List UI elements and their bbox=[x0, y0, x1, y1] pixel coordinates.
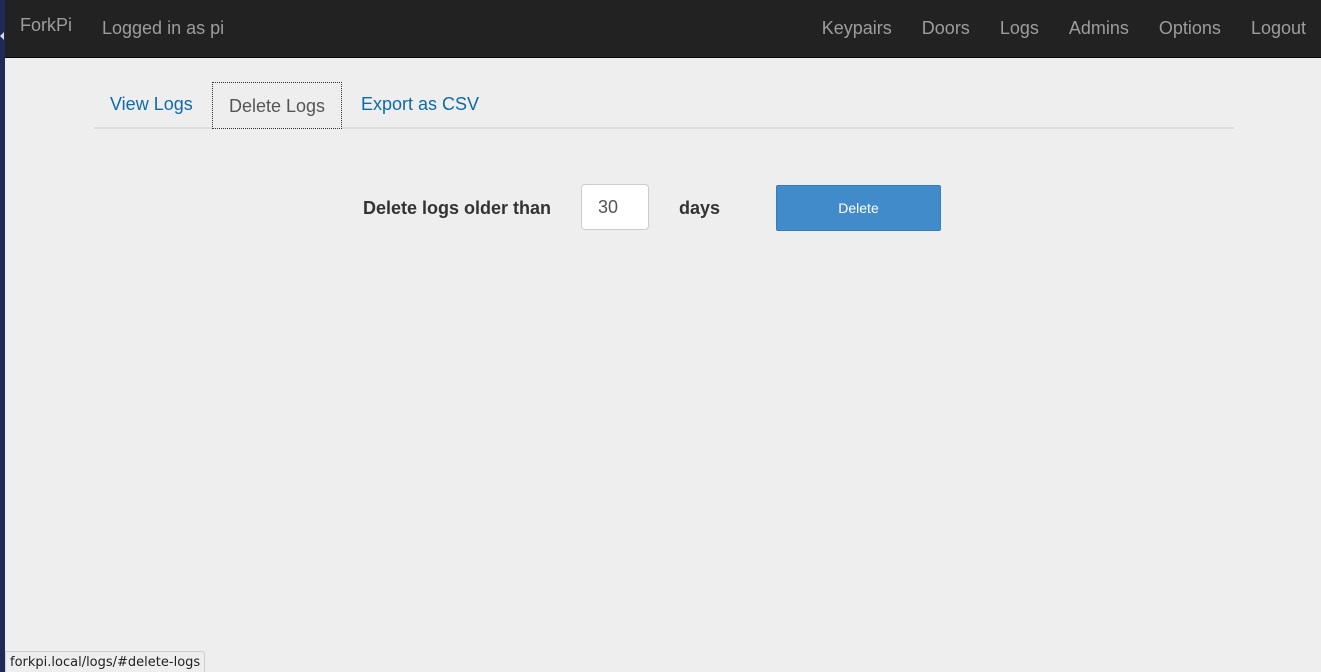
tab-delete-logs[interactable]: Delete Logs bbox=[212, 82, 342, 129]
tab-view-logs[interactable]: View Logs bbox=[110, 82, 193, 126]
days-input[interactable] bbox=[581, 184, 649, 230]
window-left-edge bbox=[0, 0, 5, 672]
delete-button[interactable]: Delete bbox=[776, 185, 941, 231]
nav-link-logs[interactable]: Logs bbox=[985, 18, 1054, 39]
nav-link-logout[interactable]: Logout bbox=[1236, 18, 1321, 39]
days-unit-label: days bbox=[679, 198, 721, 218]
nav-links: Keypairs Doors Logs Admins Options Logou… bbox=[807, 0, 1321, 57]
delete-logs-label: Delete logs older than bbox=[363, 198, 552, 218]
collapse-arrow-icon bbox=[0, 32, 4, 40]
logged-in-text: Logged in as pi bbox=[102, 18, 225, 38]
tab-export-csv[interactable]: Export as CSV bbox=[361, 82, 479, 126]
brand-link[interactable]: ForkPi bbox=[20, 15, 72, 36]
nav-link-keypairs[interactable]: Keypairs bbox=[807, 18, 907, 39]
logs-tabs: View Logs Delete Logs Export as CSV bbox=[94, 82, 1234, 129]
nav-link-doors[interactable]: Doors bbox=[907, 18, 985, 39]
status-bar-url: forkpi.local/logs/#delete-logs bbox=[5, 651, 206, 672]
nav-link-admins[interactable]: Admins bbox=[1054, 18, 1144, 39]
top-navbar: ForkPi Logged in as pi Keypairs Doors Lo… bbox=[5, 0, 1321, 58]
page: ForkPi Logged in as pi Keypairs Doors Lo… bbox=[0, 0, 1321, 672]
nav-link-options[interactable]: Options bbox=[1144, 18, 1236, 39]
